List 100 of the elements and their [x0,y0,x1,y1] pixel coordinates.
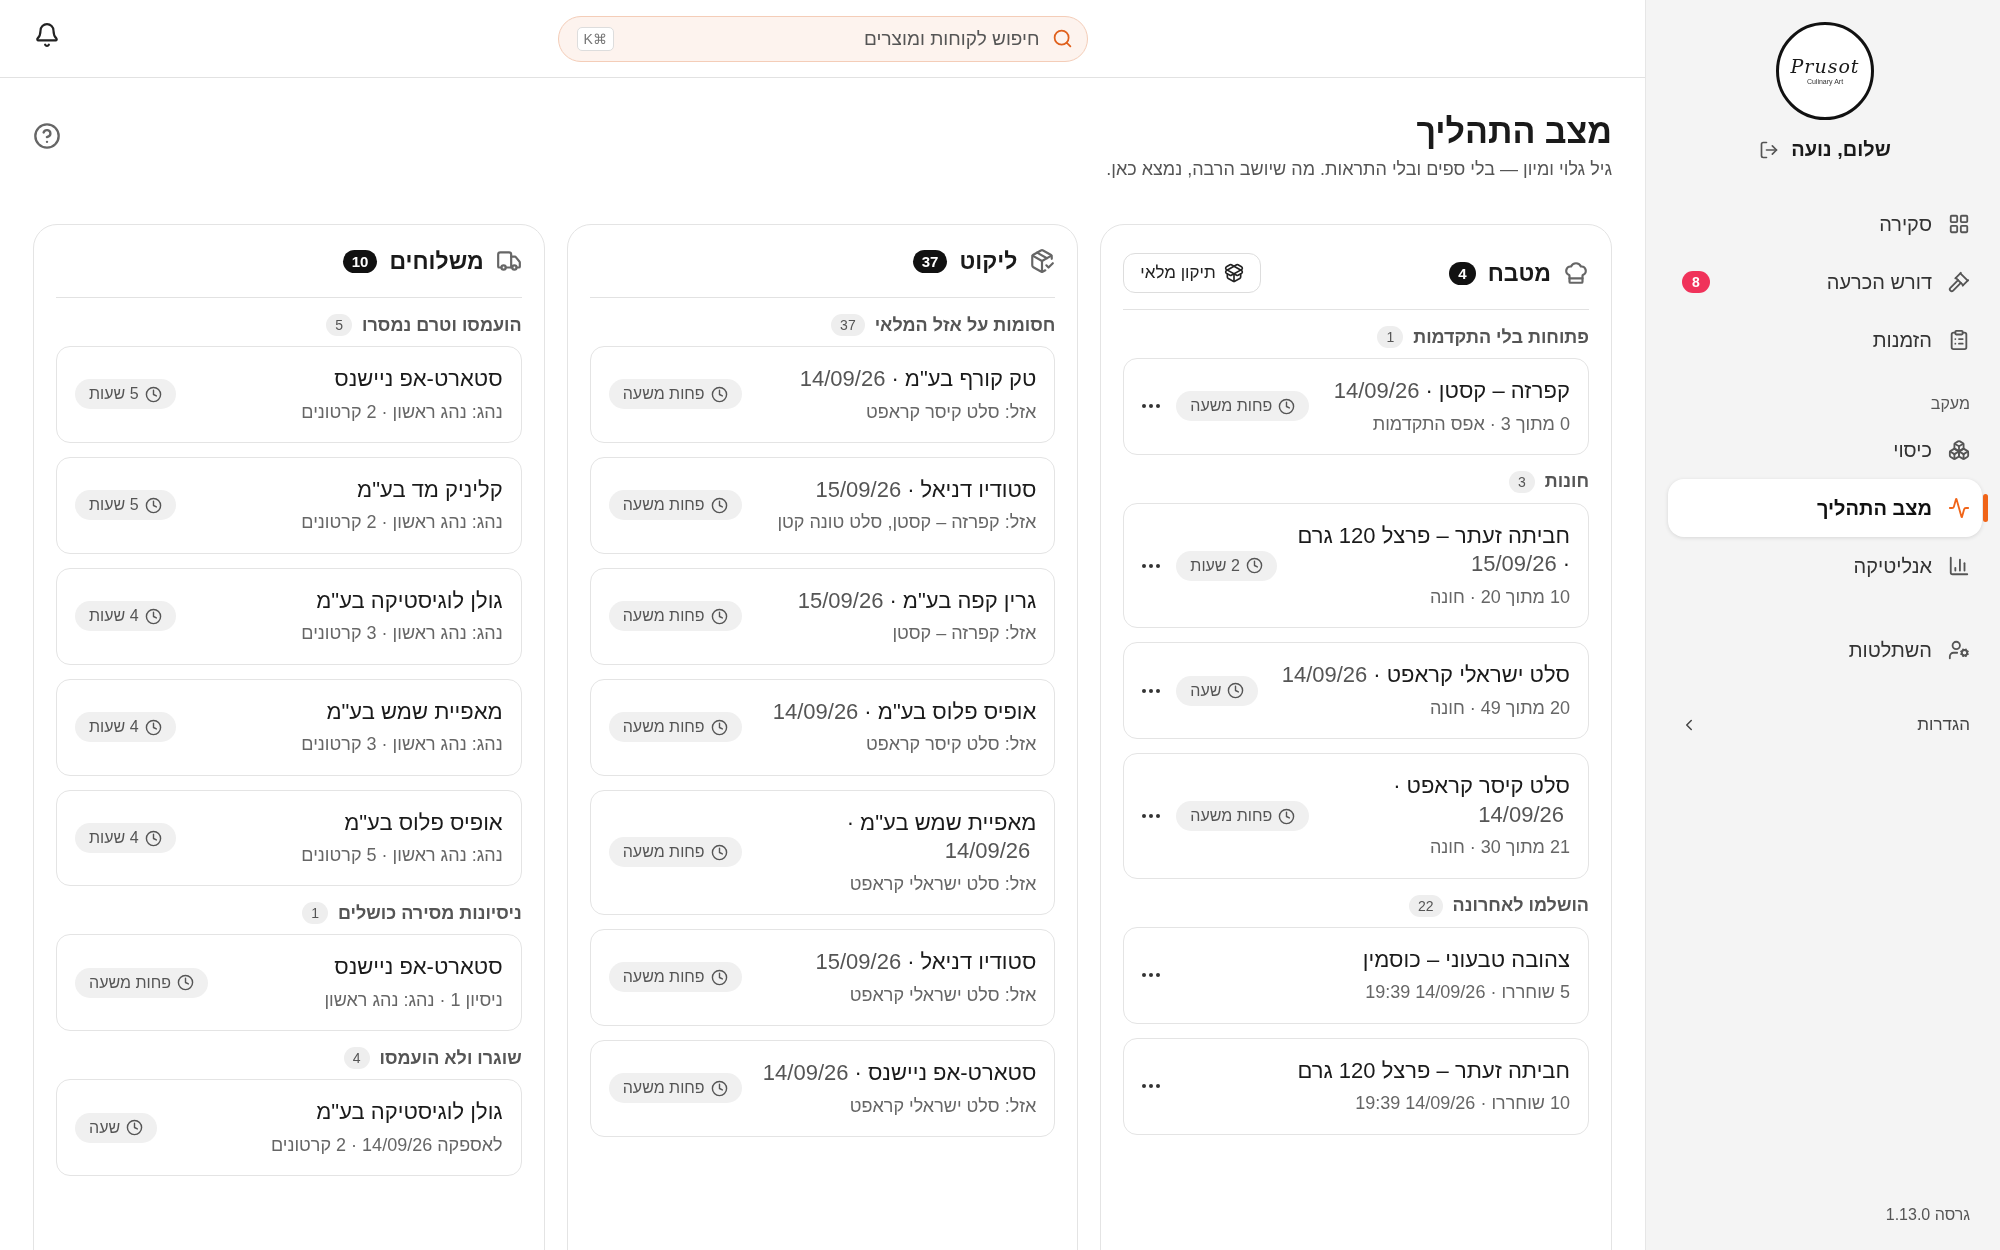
age-badge: פחות משעה [608,837,742,868]
order-card[interactable]: צהובה טבעוני – כוסמין 5 שוחררו · 14/09/26 19:39 [1123,926,1589,1024]
card-title: חביתה זעתר – פרצל 120 גרם [1296,1056,1570,1085]
more-button[interactable] [1142,973,1161,978]
nav-item[interactable]: אנליטיקה [1668,537,1982,595]
more-button[interactable] [1142,814,1161,818]
order-card[interactable]: חביתה זעתר – פרצל 120 גרם 10 שוחררו · 14/09/26 19:39 [1123,1037,1589,1135]
card-title: אופיס פלוס בע"מ [343,808,503,837]
group-label: שוגרו ולא הועמסו [379,1047,522,1069]
page-title: מצב התהליך [1415,112,1612,151]
age-badge: 4 שעות [75,712,176,743]
more-icon [1142,563,1161,568]
fix-stock-button[interactable]: תיקון מלאי [1123,253,1261,293]
card-meta: אזל: סלט קיסר קראפט [864,400,1037,424]
card-meta: אזל: סלט ישראלי קראפט [848,872,1037,896]
age-badge: פחות משעה [608,1073,742,1104]
more-button[interactable] [1142,563,1161,568]
age-badge: פחות משעה [608,490,742,521]
column-title: ליקוט [959,247,1018,275]
age-badge: 5 שעות [75,490,176,521]
card-title: סטארט-אפ ניישנס [333,953,503,982]
card-meta: נהג: נהג ראשון · 3 קרטונים [300,622,503,646]
column-icon [1563,260,1589,286]
order-card[interactable]: גולן לוגיסטיקה בע"מ נהג: נהג ראשון · 3 קרטונים 4 שעות [56,567,522,665]
count-badge: 37 [912,249,948,273]
count-chip: 4 [343,1047,370,1070]
card-meta: ניסיון 1 · נהג: נהג ראשון [323,989,503,1013]
more-icon [1142,404,1161,409]
order-card[interactable]: קליניק מד בע"מ נהג: נהג ראשון · 2 קרטונים 5 שעות [56,456,522,554]
order-card[interactable]: מאפיית שמש בע"מ נהג: נהג ראשון · 3 קרטונים 4 שעות [56,678,522,776]
nav-item[interactable]: סקירה [1668,195,1982,253]
notifications-button[interactable] [34,22,60,48]
nav-item[interactable]: הזמנות [1668,311,1982,369]
count-badge: 10 [342,249,378,273]
nav-icon [1948,213,1970,235]
version-text: גרסה 1.13.0 [1884,1206,1971,1224]
help-button[interactable] [33,122,61,150]
nav-section-title: מעקב [1929,395,1971,414]
card-meta: 10 מתוך 20 · חונה [1428,586,1570,610]
group-label: הועמסו וטרם נמסרו [362,314,522,336]
card-meta: לאספקה 14/09/26 · 2 קרטונים [269,1133,503,1157]
card-meta: 0 מתוך 3 · אפס התקדמות [1371,412,1570,436]
more-icon [1142,973,1161,978]
page-subtitle: גיל גלוי ומיון — בלי ספים ובלי התראות. מה שיושב הרבה, נמצא כאן. [1106,159,1612,180]
card-title: מאפיית שמש בע"מ [325,697,503,726]
count-chip: 3 [1509,470,1535,493]
search-input[interactable]: חיפוש לקוחות ומוצרים [623,26,1042,51]
group-label: חונות [1544,471,1589,493]
count-chip: 1 [302,902,328,925]
age-badge: פחות משעה [608,601,742,632]
count-badge: 4 [1449,261,1476,285]
logout-icon[interactable] [1759,139,1780,160]
search-icon [1051,28,1073,49]
card-meta: אזל: סלט קיסר קראפט [864,733,1037,757]
more-button[interactable] [1142,404,1161,409]
nav-item[interactable]: השתלטות [1668,621,1982,679]
age-badge: פחות משעה [1176,801,1310,831]
card-meta: אזל: סלט ישראלי קראפט [848,983,1037,1007]
card-meta: נהג: נהג ראשון · 2 קרטונים [300,400,503,424]
column-icon [495,248,522,274]
card-meta: אזל: קפרזה – קסטן [891,622,1037,646]
card-meta: 21 מתוך 30 · חונה [1428,836,1570,860]
age-badge: 2 שעות [1176,550,1277,581]
age-badge: פחות משעה [75,967,208,998]
nav-icon [1948,271,1970,293]
count-badge: 8 [1682,271,1710,293]
column-title: משלוחים [389,247,484,275]
more-button[interactable] [1142,688,1161,693]
column-title: מטבח [1487,259,1551,287]
order-card[interactable]: סטארט-אפ ניישנס ניסיון 1 · נהג: נהג ראשון פחות משעה [56,934,522,1032]
card-meta: 5 שוחררו · 14/09/26 19:39 [1364,981,1570,1005]
order-card[interactable]: גולן לוגיסטיקה בע"מ לאספקה 14/09/26 · 2 קרטונים שעה [56,1079,522,1177]
nav-icon [1948,497,1970,519]
card-title: גולן לוגיסטיקה בע"מ [315,1098,503,1127]
group-label: הושלמו לאחרונה [1452,895,1589,917]
card-title: גולן לוגיסטיקה בע"מ [315,586,503,615]
more-button[interactable] [1142,1084,1161,1089]
group-label: ניסיונות מסירה כושלים [338,902,522,924]
nav-icon [1948,439,1970,461]
age-badge: פחות משעה [608,712,742,743]
group-label: פתוחות בלי התקדמות [1413,326,1589,348]
card-meta: נהג: נהג ראשון · 2 קרטונים [300,511,503,535]
card-title: סטארט-אפ ניישנס [333,365,503,393]
card-meta: אזל: סלט ישראלי קראפט [848,1094,1037,1118]
card-meta: נהג: נהג ראשון · 3 קרטונים [300,733,503,757]
settings-toggle[interactable]: הגדרות [1668,705,1982,745]
card-meta: אזל: קפרזה – קסטן, סלט טונה קטן [776,511,1037,535]
card-meta: נהג: נהג ראשון · 5 קרטונים [300,844,503,868]
column-icon [1029,248,1056,274]
age-badge: 5 שעות [75,379,176,410]
order-card[interactable]: סטארט-אפ ניישנס נהג: נהג ראשון · 2 קרטונים 5 שעות [56,346,522,443]
order-card[interactable]: אופיס פלוס בע"מ נהג: נהג ראשון · 5 קרטונים 4 שעות [56,789,522,887]
more-icon [1142,688,1161,693]
nav-item[interactable]: כיסוי [1668,421,1982,479]
nav-icon [1948,555,1970,577]
age-badge: 4 שעות [75,601,176,632]
group-label: חסומות על אזל המלאי [874,314,1056,336]
count-chip: 1 [1377,326,1404,348]
package-icon [1223,263,1244,283]
nav-icon [1948,329,1970,351]
